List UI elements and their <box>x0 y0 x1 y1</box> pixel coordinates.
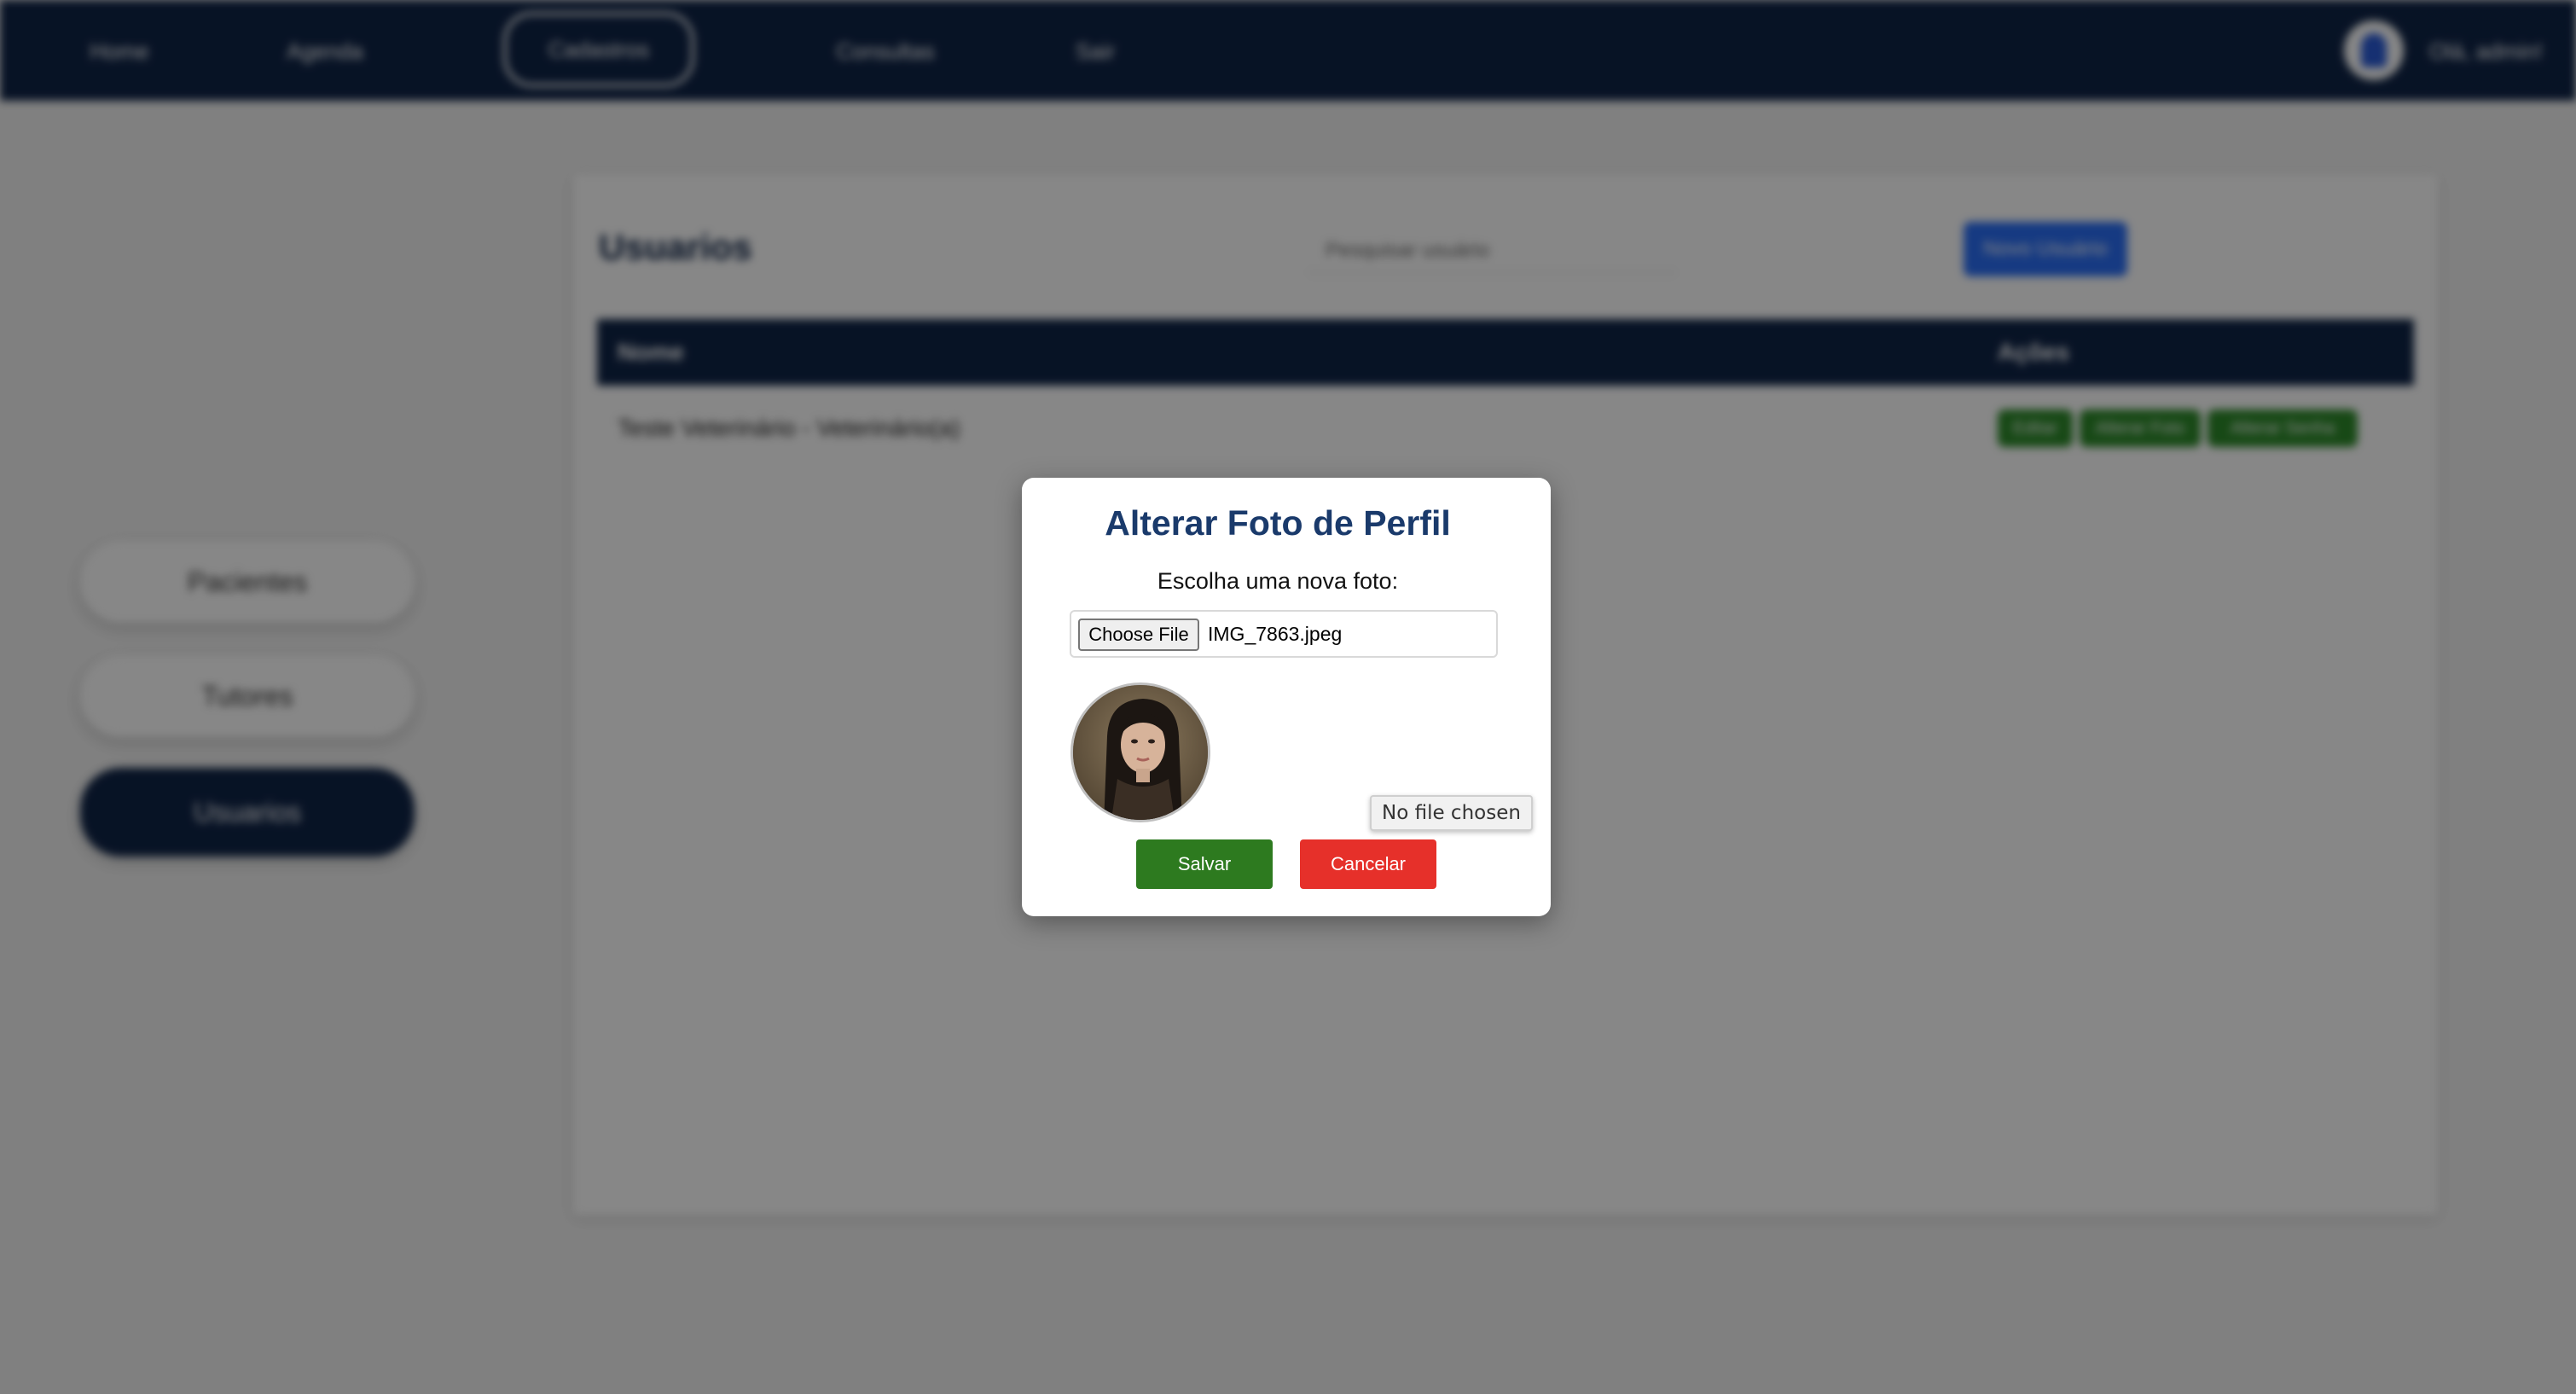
save-button[interactable]: Salvar <box>1136 839 1273 889</box>
choose-file-button[interactable]: Choose File <box>1078 619 1199 651</box>
portrait-image <box>1073 685 1208 820</box>
choose-photo-label: Escolha uma nova foto: <box>1157 568 1399 594</box>
change-photo-modal: Alterar Foto de Perfil Escolha uma nova … <box>1022 478 1551 916</box>
file-input[interactable]: Choose File IMG_7863.jpeg <box>1070 610 1498 658</box>
cancel-button[interactable]: Cancelar <box>1300 839 1436 889</box>
file-input-tooltip: No file chosen <box>1370 795 1533 831</box>
selected-file-name: IMG_7863.jpeg <box>1208 623 1343 645</box>
modal-title: Alterar Foto de Perfil <box>1105 503 1451 543</box>
profile-photo-preview <box>1070 682 1210 822</box>
